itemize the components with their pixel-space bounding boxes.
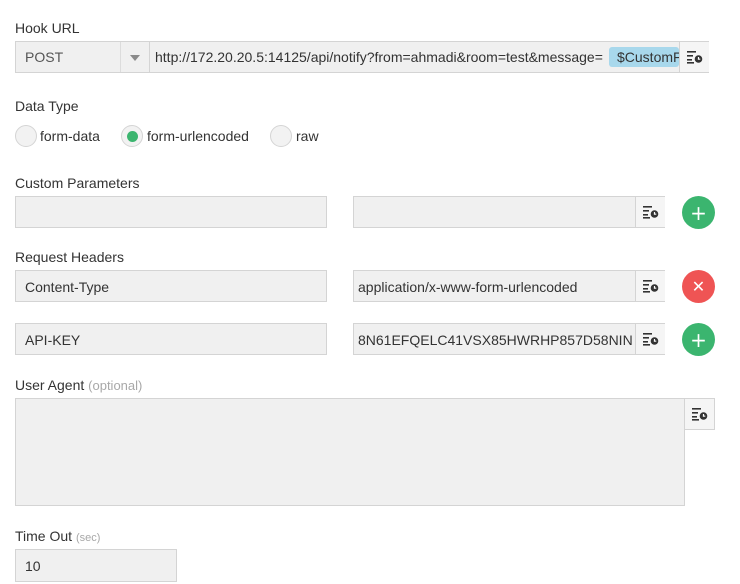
optional-hint: (optional) bbox=[88, 378, 143, 393]
time-out-label-text: Time Out bbox=[15, 528, 73, 544]
user-agent-label-text: User Agent bbox=[15, 377, 85, 393]
hook-url-label: Hook URL bbox=[15, 20, 80, 36]
method-select[interactable]: POST bbox=[15, 41, 150, 73]
user-agent-label: User Agent (optional) bbox=[15, 377, 142, 393]
add-custom-parameter-button[interactable]: + bbox=[682, 196, 715, 229]
variable-insert-icon bbox=[642, 206, 658, 219]
header-variable-button[interactable] bbox=[635, 324, 665, 354]
radio-selected-dot bbox=[126, 130, 138, 142]
close-icon: ✕ bbox=[691, 276, 706, 296]
header-name-value: API-KEY bbox=[25, 332, 81, 348]
plus-icon: + bbox=[690, 200, 707, 225]
user-agent-variable-button[interactable] bbox=[685, 398, 715, 430]
header-value-input[interactable]: 8N61EFQELC41VSX85HWRHP857D58NIN bbox=[353, 323, 665, 355]
add-header-button[interactable]: + bbox=[682, 323, 715, 356]
time-out-label: Time Out (sec) bbox=[15, 528, 100, 544]
header-name-input[interactable]: Content-Type bbox=[15, 270, 327, 302]
plus-icon: + bbox=[690, 327, 707, 352]
radio-form-urlencoded[interactable] bbox=[121, 125, 143, 147]
header-value-value: application/x-www-form-urlencoded bbox=[358, 279, 578, 295]
header-variable-button[interactable] bbox=[635, 271, 665, 301]
radio-form-urlencoded-label[interactable]: form-urlencoded bbox=[147, 128, 249, 144]
radio-form-data-label[interactable]: form-data bbox=[40, 128, 100, 144]
header-name-input[interactable]: API-KEY bbox=[15, 323, 327, 355]
radio-raw-label[interactable]: raw bbox=[296, 128, 319, 144]
hook-url-input[interactable]: http://172.20.20.5:14125/api/notify?from… bbox=[149, 41, 709, 73]
caret-down-icon bbox=[130, 55, 140, 61]
custom-parameters-label: Custom Parameters bbox=[15, 175, 140, 191]
hook-url-value: http://172.20.20.5:14125/api/notify?from… bbox=[155, 49, 603, 65]
custom-param-variable-button[interactable] bbox=[635, 197, 665, 227]
variable-insert-icon bbox=[642, 333, 658, 346]
remove-header-button[interactable]: ✕ bbox=[682, 270, 715, 303]
header-name-value: Content-Type bbox=[25, 279, 110, 295]
time-out-input[interactable]: 10 bbox=[15, 549, 177, 582]
method-value: POST bbox=[25, 49, 64, 65]
radio-raw[interactable] bbox=[270, 125, 292, 147]
user-agent-textarea[interactable] bbox=[15, 398, 685, 506]
variable-insert-icon bbox=[686, 51, 702, 64]
custom-param-name-input[interactable] bbox=[15, 196, 327, 228]
variable-insert-icon bbox=[691, 408, 707, 421]
time-out-value: 10 bbox=[25, 558, 41, 574]
custom-param-value-input[interactable] bbox=[353, 196, 665, 228]
hook-url-variable-button[interactable] bbox=[679, 42, 709, 72]
request-headers-label: Request Headers bbox=[15, 249, 124, 265]
radio-form-data[interactable] bbox=[15, 125, 37, 147]
header-value-input[interactable]: application/x-www-form-urlencoded bbox=[353, 270, 665, 302]
data-type-label: Data Type bbox=[15, 98, 79, 114]
custom-field-token[interactable]: $CustomF bbox=[609, 47, 679, 67]
header-value-value: 8N61EFQELC41VSX85HWRHP857D58NIN bbox=[358, 332, 633, 348]
time-unit-hint: (sec) bbox=[75, 532, 101, 544]
variable-insert-icon bbox=[642, 280, 658, 293]
